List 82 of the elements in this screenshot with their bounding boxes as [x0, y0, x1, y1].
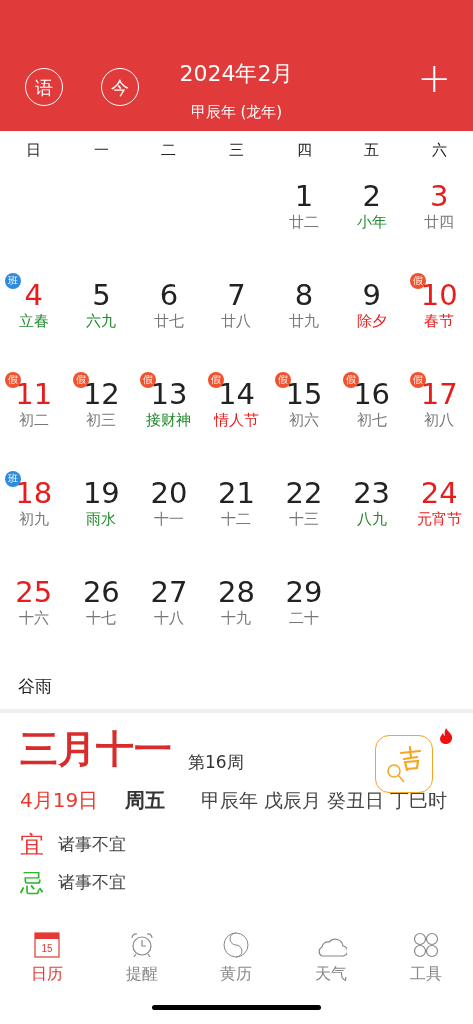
lunar-date: 初六	[289, 410, 320, 430]
tab-item[interactable]: 15 日历	[0, 926, 95, 990]
lunar-date: 廿二	[289, 212, 320, 232]
day-number[interactable]: 25	[15, 576, 53, 608]
weekday-label: 一	[92, 140, 110, 162]
yin-yang-icon	[223, 932, 250, 958]
lunar-date: 接财神	[146, 410, 192, 430]
tab-item[interactable]: 提醒	[94, 926, 190, 990]
day-number[interactable]: 28	[218, 576, 255, 608]
add-button[interactable]: +	[417, 56, 451, 100]
day-number[interactable]: 9	[362, 279, 381, 311]
solar-term-note: 谷雨	[18, 675, 52, 699]
solar-date: 4月19日	[20, 787, 100, 814]
almanac-text: 诸事不宜	[58, 871, 126, 895]
lunar-date: 初八	[424, 410, 455, 430]
lunar-date: 十九	[221, 608, 252, 628]
lunar-date: 小年	[356, 212, 387, 232]
lunar-date: 十八	[153, 608, 184, 628]
lunar-date: 廿九	[289, 311, 320, 331]
weekday-label: 五	[363, 140, 381, 162]
day-number[interactable]: 21	[218, 477, 255, 509]
lunar-date-heading: 三月十一	[20, 727, 172, 771]
day-number[interactable]: 19	[82, 477, 120, 509]
lunar-date: 初七	[356, 410, 387, 430]
day-number[interactable]: 4	[24, 279, 43, 311]
lunar-date: 廿七	[153, 311, 184, 331]
lunar-date: 除夕	[356, 311, 387, 331]
lunar-date: 初三	[86, 410, 117, 430]
weekday-label: 六	[430, 140, 448, 162]
day-badge: 班	[5, 273, 21, 289]
lunar-date: 十六	[18, 608, 49, 628]
lunar-date: 十二	[221, 509, 252, 529]
lunar-date: 春节	[424, 311, 455, 331]
alarm-clock-icon	[128, 932, 155, 958]
auspicious-mark-icon	[398, 746, 424, 772]
lunar-date: 初九	[18, 509, 49, 529]
tab-item[interactable]: 黄历	[189, 926, 284, 990]
year-subtitle: 甲辰年 (龙年)	[189, 102, 284, 122]
weekday-label: 三	[228, 140, 245, 162]
day-number[interactable]: 1	[294, 180, 314, 212]
lunar-date: 廿八	[221, 311, 252, 331]
lunar-date: 廿四	[424, 212, 455, 232]
almanac-label: 宜	[20, 831, 44, 859]
weekday: 周五	[125, 787, 166, 814]
day-number[interactable]: 2	[362, 180, 381, 212]
lunar-date: 情人节	[214, 410, 259, 430]
tab-item[interactable]: 天气	[283, 926, 379, 990]
ganzhi-text: 甲辰年 戊辰月 癸丑日 丁巳时	[201, 787, 448, 813]
day-number[interactable]: 22	[285, 477, 323, 509]
almanac-label: 忌	[20, 869, 44, 897]
lunar-date: 雨水	[86, 509, 117, 529]
day-number[interactable]: 6	[159, 279, 179, 311]
tools-grid-icon	[412, 932, 439, 958]
lunar-date: 立春	[18, 311, 49, 331]
lunar-date: 初二	[18, 410, 49, 430]
lunar-date: 十一	[153, 509, 184, 529]
tab-item[interactable]: 工具	[378, 926, 473, 990]
lunar-date: 八九	[356, 509, 387, 529]
lunar-date: 二十	[289, 608, 320, 628]
flame-icon	[437, 727, 455, 745]
day-number[interactable]: 23	[353, 477, 391, 509]
day-number[interactable]: 8	[294, 279, 314, 311]
lunar-date: 元宵节	[416, 509, 462, 529]
weekday-label: 四	[295, 140, 313, 162]
week-number: 第16周	[188, 750, 244, 774]
day-number[interactable]: 20	[150, 477, 188, 509]
lunar-date: 十三	[289, 509, 320, 529]
day-number[interactable]: 7	[227, 279, 246, 311]
month-title[interactable]: 2024年2月	[150, 60, 323, 88]
almanac-text: 诸事不宜	[58, 833, 126, 857]
weekday-label: 二	[160, 140, 178, 162]
day-number[interactable]: 29	[285, 576, 323, 608]
day-number[interactable]: 3	[429, 180, 449, 212]
almanac-search-button[interactable]	[375, 735, 433, 793]
weekday-label: 日	[25, 140, 43, 162]
lunar-date: 十七	[86, 608, 117, 628]
day-number[interactable]: 24	[420, 477, 458, 509]
day-number[interactable]: 27	[150, 576, 188, 608]
calendar-icon: 15	[34, 932, 61, 958]
lunar-date: 六九	[86, 311, 117, 331]
day-number[interactable]: 5	[92, 279, 111, 311]
day-number[interactable]: 26	[82, 576, 120, 608]
